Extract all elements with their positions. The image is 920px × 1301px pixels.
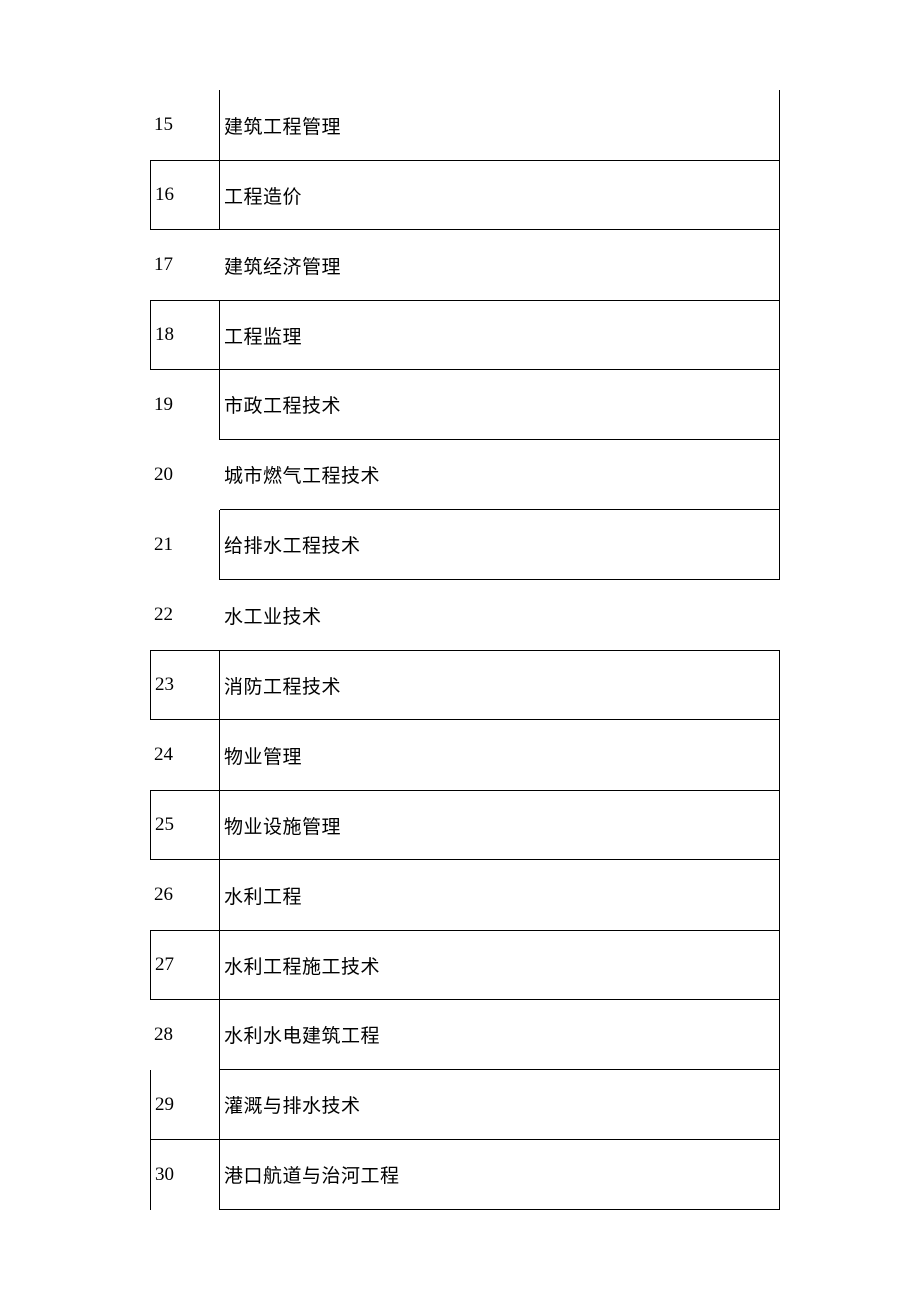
row-number: 15 xyxy=(150,90,220,160)
table-row: 23 消防工程技术 xyxy=(150,650,780,720)
row-number: 23 xyxy=(150,650,220,720)
table-row: 30 港口航道与治河工程 xyxy=(150,1140,780,1210)
row-text: 物业管理 xyxy=(220,720,780,790)
table-row: 15 建筑工程管理 xyxy=(150,90,780,160)
row-number: 22 xyxy=(150,580,220,650)
row-text: 建筑经济管理 xyxy=(220,230,780,300)
row-text: 物业设施管理 xyxy=(220,790,780,860)
row-text: 灌溉与排水技术 xyxy=(220,1070,780,1140)
row-number: 30 xyxy=(150,1140,220,1210)
table-row: 19 市政工程技术 xyxy=(150,370,780,440)
row-text: 市政工程技术 xyxy=(220,370,780,440)
table-row: 28 水利水电建筑工程 xyxy=(150,1000,780,1070)
table-row: 20 城市燃气工程技术 xyxy=(150,440,780,510)
row-text: 水利水电建筑工程 xyxy=(220,1000,780,1070)
row-text: 建筑工程管理 xyxy=(220,90,780,160)
row-text: 消防工程技术 xyxy=(220,650,780,720)
table-row: 22 水工业技术 xyxy=(150,580,780,650)
row-number: 19 xyxy=(150,370,220,440)
table-row: 18 工程监理 xyxy=(150,300,780,370)
table-row: 26 水利工程 xyxy=(150,860,780,930)
row-number: 20 xyxy=(150,440,220,510)
table-row: 17 建筑经济管理 xyxy=(150,230,780,300)
row-number: 24 xyxy=(150,720,220,790)
row-number: 18 xyxy=(150,300,220,370)
row-number: 28 xyxy=(150,1000,220,1070)
row-text: 港口航道与治河工程 xyxy=(220,1140,780,1210)
row-number: 16 xyxy=(150,160,220,230)
row-text: 工程监理 xyxy=(220,300,780,370)
row-number: 29 xyxy=(150,1070,220,1140)
row-text: 给排水工程技术 xyxy=(220,510,780,580)
document-table: 15 建筑工程管理 16 工程造价 17 建筑经济管理 18 工程监理 19 市… xyxy=(0,0,920,1300)
row-text: 水工业技术 xyxy=(220,580,780,650)
row-text: 城市燃气工程技术 xyxy=(220,440,780,510)
row-number: 17 xyxy=(150,230,220,300)
table-row: 27 水利工程施工技术 xyxy=(150,930,780,1000)
row-text: 工程造价 xyxy=(220,160,780,230)
table-row: 21 给排水工程技术 xyxy=(150,510,780,580)
row-number: 27 xyxy=(150,930,220,1000)
row-number: 21 xyxy=(150,510,220,580)
row-number: 25 xyxy=(150,790,220,860)
table-row: 29 灌溉与排水技术 xyxy=(150,1070,780,1140)
row-text: 水利工程施工技术 xyxy=(220,930,780,1000)
row-text: 水利工程 xyxy=(220,860,780,930)
table-row: 24 物业管理 xyxy=(150,720,780,790)
row-number: 26 xyxy=(150,860,220,930)
table-row: 16 工程造价 xyxy=(150,160,780,230)
table-row: 25 物业设施管理 xyxy=(150,790,780,860)
